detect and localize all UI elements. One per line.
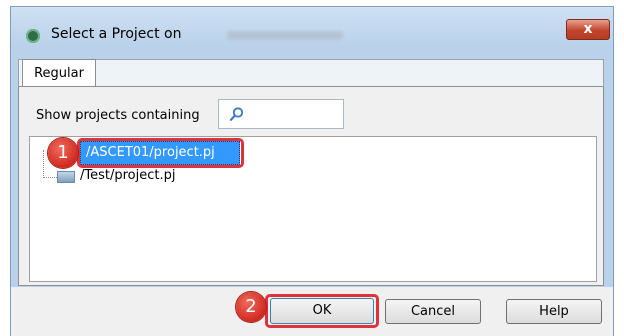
tab-strip [18, 59, 604, 87]
tab-label: Regular [34, 66, 84, 81]
help-button[interactable]: Help [506, 299, 602, 324]
list-item-label: /Test/project.pj [80, 168, 176, 183]
dialog-title: Select a Project on [51, 26, 182, 42]
close-button[interactable]: x [566, 19, 610, 40]
annotation-badge-1: 1 [48, 138, 78, 168]
tree-connector [43, 150, 45, 178]
filter-label: Show projects containing [36, 108, 200, 123]
list-item-test[interactable]: /Test/project.pj [80, 168, 175, 183]
app-icon [26, 29, 40, 43]
close-icon: x [583, 21, 593, 37]
annotation-badge-2: 2 [236, 292, 266, 322]
tab-regular[interactable]: Regular [22, 59, 96, 88]
cancel-button[interactable]: Cancel [385, 299, 481, 324]
title-bar: Select a Project on x [11, 7, 613, 57]
redacted-server-name [227, 31, 343, 40]
annotation-highlight-1 [77, 138, 244, 168]
search-icon [229, 107, 244, 121]
annotation-highlight-2 [265, 294, 379, 328]
tree-connector [43, 177, 57, 178]
folder-icon [57, 171, 75, 183]
